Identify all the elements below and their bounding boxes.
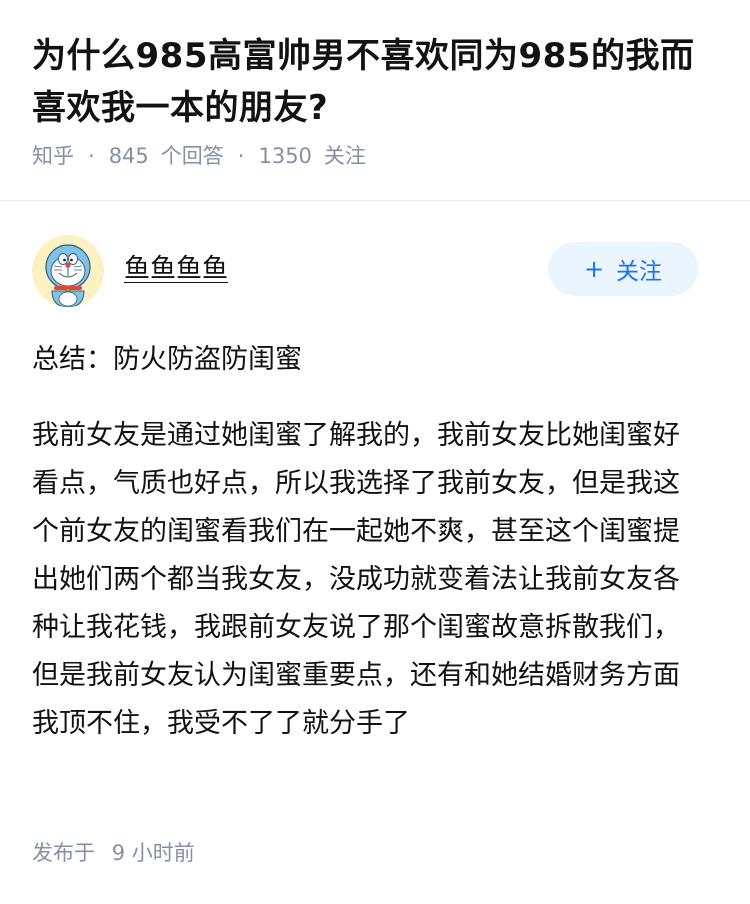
answer-paragraph: 我前女友是通过她闺蜜了解我的，我前女友比她闺蜜好看点，气质也好点，所以我选择了我… [32, 420, 680, 739]
question-header: 为什么985高富帅男不喜欢同为985的我而喜欢我一本的朋友? 知乎 · 845 … [0, 0, 750, 172]
author-row: 鱼鱼鱼鱼 + 关注 [32, 235, 718, 307]
answer-summary: 总结：防火防盗防闺蜜 [32, 344, 302, 375]
answers-count: 845 [108, 144, 149, 168]
answers-label: 个回答 [160, 144, 224, 168]
meta-separator: · [237, 144, 245, 168]
meta-separator: · [88, 144, 95, 168]
answer-footer: 发布于 9 小时前 [32, 836, 195, 870]
followers-label: 关注 [323, 144, 366, 168]
follow-button-label: 关注 [616, 259, 663, 285]
published-time: 9 小时前 [111, 841, 195, 865]
zhihu-answer-page: 为什么985高富帅男不喜欢同为985的我而喜欢我一本的朋友? 知乎 · 845 … [0, 0, 750, 904]
source-label[interactable]: 知乎 [32, 140, 74, 172]
author-name[interactable]: 鱼鱼鱼鱼 [124, 248, 228, 285]
plus-icon: + [583, 255, 605, 283]
question-title[interactable]: 为什么985高富帅男不喜欢同为985的我而喜欢我一本的朋友? [32, 30, 718, 134]
section-divider [0, 200, 750, 201]
question-meta: 知乎 · 845 个回答 · 1350 关注 [32, 140, 718, 172]
published-label: 发布于 [32, 841, 95, 865]
cartoon-cat-avatar-icon [32, 235, 104, 307]
avatar[interactable] [32, 235, 104, 307]
follow-button[interactable]: + 关注 [548, 242, 698, 296]
answer-body: 总结：防火防盗防闺蜜 我前女友是通过她闺蜜了解我的，我前女友比她闺蜜好看点，气质… [32, 336, 704, 748]
followers-count: 1350 [258, 144, 312, 168]
